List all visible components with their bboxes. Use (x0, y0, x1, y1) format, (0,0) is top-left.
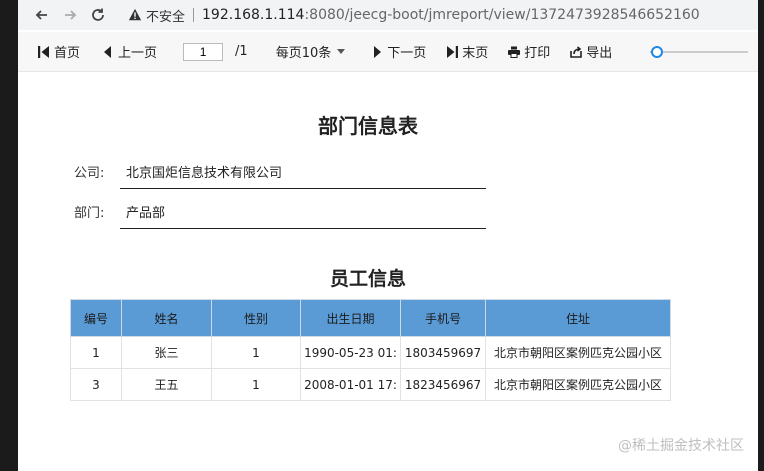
cell-address: 北京市朝阳区案例匹克公园小区 (485, 368, 671, 401)
first-page-icon (38, 45, 49, 58)
company-label: 公司: (74, 166, 105, 181)
first-page-label: 首页 (54, 46, 81, 61)
arrow-right-icon (65, 10, 77, 20)
cell-id: 1 (70, 336, 122, 369)
cell-name: 张三 (121, 336, 212, 369)
department-underline (120, 228, 486, 229)
url-host: 192.168.1.114 (202, 7, 305, 23)
export-label: 导出 (586, 46, 613, 61)
last-page-label: 末页 (462, 46, 489, 61)
per-page-label: 每页10条 (275, 46, 332, 61)
cell-phone: 1823456967 (400, 368, 486, 401)
column-header-name: 姓名 (121, 299, 212, 337)
export-icon (570, 45, 583, 58)
cell-address: 北京市朝阳区案例匹克公园小区 (485, 336, 671, 369)
last-page-icon (447, 45, 459, 58)
back-button[interactable] (28, 1, 56, 29)
cell-phone: 1803459697 (400, 336, 486, 369)
prev-page-label: 上一页 (118, 46, 158, 61)
reload-icon (92, 8, 104, 21)
column-header-birthdate: 出生日期 (300, 299, 401, 337)
prev-page-icon (104, 45, 112, 58)
address-separator (193, 8, 195, 22)
column-header-id: 编号 (70, 299, 122, 337)
security-label: 不安全 (146, 9, 186, 25)
company-value: 北京国炬信息技术有限公司 (126, 166, 283, 181)
department-label: 部门: (74, 206, 105, 221)
forward-button[interactable] (56, 1, 84, 29)
column-header-address: 住址 (485, 299, 671, 337)
cell-name: 王五 (121, 368, 212, 401)
report-title: 部门信息表 (318, 114, 418, 138)
url-field[interactable]: 192.168.1.114:8080/jeecg-boot/jmreport/v… (202, 7, 700, 23)
next-page-label: 下一页 (387, 46, 427, 61)
table-row: 1 张三 1 1990-05-23 01: 1803459697 北京市朝阳区案… (70, 336, 671, 369)
table-header-row: 编号 姓名 性别 出生日期 手机号 住址 (70, 299, 671, 337)
print-label: 打印 (524, 46, 551, 61)
cell-birthdate: 2008-01-01 17: (300, 368, 401, 401)
last-page-button[interactable]: 末页 (442, 38, 492, 66)
column-header-phone: 手机号 (400, 299, 486, 337)
cell-id: 3 (70, 368, 122, 401)
printer-icon (508, 46, 521, 58)
page-total: /1 (235, 44, 248, 59)
browser-window: 不安全 192.168.1.114:8080/jeecg-boot/jmrepo… (18, 0, 758, 471)
url-path: :8080/jeecg-boot/jmreport/view/137247392… (304, 7, 700, 23)
next-page-button[interactable]: 下一页 (367, 38, 430, 66)
reload-button[interactable] (84, 1, 112, 29)
prev-page-button[interactable]: 上一页 (98, 38, 161, 66)
cell-birthdate: 1990-05-23 01: (300, 336, 401, 369)
table-row: 3 王五 1 2008-01-01 17: 1823456967 北京市朝阳区案… (70, 368, 671, 401)
cell-gender: 1 (211, 336, 301, 369)
watermark: @稀土掘金技术社区 (618, 438, 744, 454)
chevron-down-icon (337, 49, 346, 54)
export-button[interactable]: 导出 (566, 38, 616, 66)
department-value: 产品部 (126, 206, 166, 221)
security-indicator[interactable]: 不安全 (128, 6, 185, 25)
employee-table: 编号 姓名 性别 出生日期 手机号 住址 1 张三 1 1990-05-23 0… (70, 299, 671, 401)
zoom-slider-handle[interactable] (651, 46, 663, 58)
page-number-input[interactable] (183, 42, 224, 61)
report-toolbar: 首页 上一页 /1 每页10条 下一页 末页 打印 导出 (18, 32, 758, 72)
column-header-gender: 性别 (211, 299, 301, 337)
arrow-left-icon (35, 10, 47, 20)
warning-icon (128, 8, 142, 21)
first-page-button[interactable]: 首页 (34, 38, 84, 66)
zoom-slider-track[interactable] (650, 51, 748, 53)
next-page-icon (374, 45, 382, 58)
address-bar: 不安全 192.168.1.114:8080/jeecg-boot/jmrepo… (18, 0, 758, 30)
section-title: 员工信息 (330, 268, 407, 290)
cell-gender: 1 (211, 368, 301, 401)
per-page-select[interactable]: 每页10条 (272, 38, 350, 66)
company-underline (120, 188, 486, 189)
window-right-edge (758, 0, 764, 471)
window-left-edge (0, 0, 18, 471)
print-button[interactable]: 打印 (504, 38, 554, 66)
